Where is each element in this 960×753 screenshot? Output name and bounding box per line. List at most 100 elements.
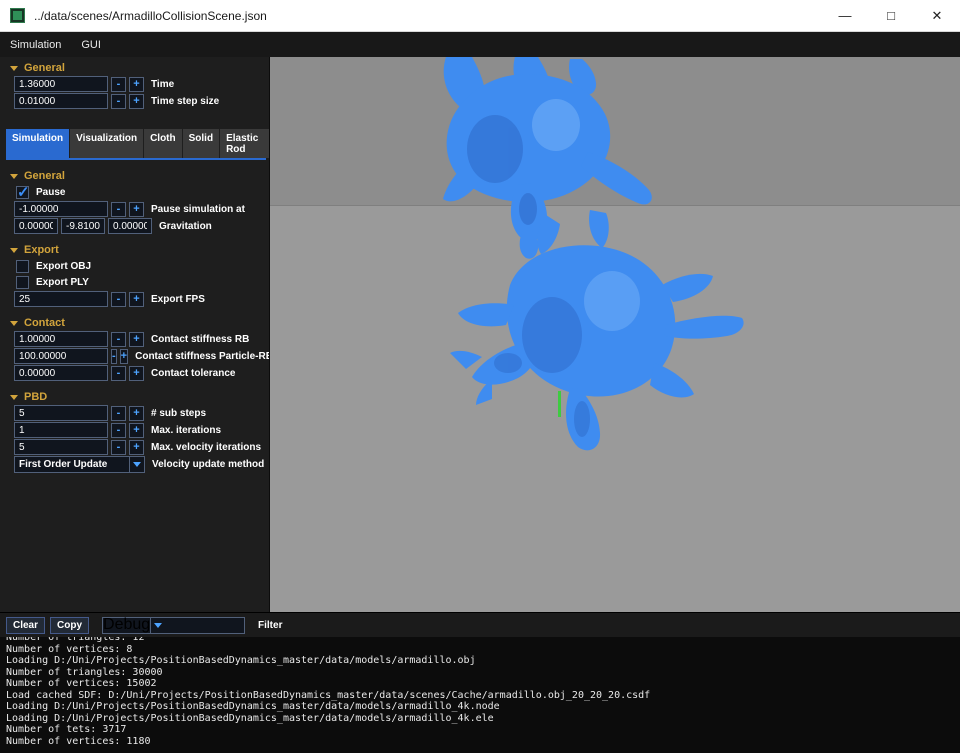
section-header-general-top[interactable]: General (0, 57, 269, 75)
contact-tolerance-row: - + Contact tolerance (14, 365, 269, 381)
contact-stiffness-rb-increment-button[interactable]: + (129, 332, 144, 347)
log-level-dropdown[interactable]: Debug (102, 617, 245, 634)
time-decrement-button[interactable]: - (111, 77, 126, 92)
chevron-down-icon (133, 462, 141, 467)
max-iterations-decrement-button[interactable]: - (111, 423, 126, 438)
contact-tolerance-decrement-button[interactable]: - (111, 366, 126, 381)
log-clear-button[interactable]: Clear (6, 617, 45, 634)
tab-solid[interactable]: Solid (183, 129, 219, 158)
contact-stiffness-particle-rb-decrement-button[interactable]: - (111, 349, 117, 364)
collapse-icon (10, 174, 18, 179)
armadillo-model-bottom (450, 210, 744, 450)
max-velocity-iterations-increment-button[interactable]: + (129, 440, 144, 455)
sub-steps-input[interactable] (14, 405, 108, 421)
log-line: Loading D:/Uni/Projects/PositionBasedDyn… (6, 713, 954, 725)
collapse-icon (10, 395, 18, 400)
log-line: Loading D:/Uni/Projects/PositionBasedDyn… (6, 701, 954, 713)
velocity-update-dropdown[interactable]: First Order Update (14, 456, 145, 473)
tab-visualization[interactable]: Visualization (70, 129, 143, 158)
max-iterations-increment-button[interactable]: + (129, 423, 144, 438)
pause-at-row: - + Pause simulation at (14, 201, 269, 217)
contact-stiffness-rb-decrement-button[interactable]: - (111, 332, 126, 347)
time-input[interactable] (14, 76, 108, 92)
export-ply-label: Export PLY (36, 277, 89, 288)
export-fps-input[interactable] (14, 291, 108, 307)
maximize-button[interactable]: □ (868, 0, 914, 31)
dropdown-arrow-button[interactable] (129, 457, 144, 472)
export-fps-increment-button[interactable]: + (129, 292, 144, 307)
max-velocity-iterations-input[interactable] (14, 439, 108, 455)
pause-at-increment-button[interactable]: + (129, 202, 144, 217)
contact-stiffness-particle-rb-row: - + Contact stiffness Particle-RB (14, 348, 269, 364)
log-copy-button[interactable]: Copy (50, 617, 89, 634)
menubar: Simulation GUI (0, 32, 960, 57)
pause-at-decrement-button[interactable]: - (111, 202, 126, 217)
section-header-export[interactable]: Export (0, 239, 269, 257)
time-step-input[interactable] (14, 93, 108, 109)
export-obj-row: Export OBJ (16, 259, 269, 273)
gravitation-y-input[interactable] (61, 218, 105, 234)
contact-stiffness-particle-rb-input[interactable] (14, 348, 108, 364)
contact-tolerance-increment-button[interactable]: + (129, 366, 144, 381)
tab-underline (6, 158, 266, 160)
log-filter-label: Filter (258, 620, 282, 631)
export-obj-label: Export OBJ (36, 261, 91, 272)
menu-gui[interactable]: GUI (71, 32, 111, 57)
collapse-icon (10, 321, 18, 326)
gravitation-label: Gravitation (159, 221, 212, 232)
parameter-panel: General - + Time - + Time step size Simu… (0, 57, 270, 612)
window-title: ../data/scenes/ArmadilloCollisionScene.j… (34, 9, 267, 23)
export-fps-label: Export FPS (151, 294, 205, 305)
app-window: ../data/scenes/ArmadilloCollisionScene.j… (0, 0, 960, 753)
max-velocity-iterations-row: - + Max. velocity iterations (14, 439, 269, 455)
max-iterations-input[interactable] (14, 422, 108, 438)
titlebar: ../data/scenes/ArmadilloCollisionScene.j… (0, 0, 960, 32)
pause-checkbox[interactable] (16, 186, 29, 199)
gravitation-x-input[interactable] (14, 218, 58, 234)
time-step-decrement-button[interactable]: - (111, 94, 126, 109)
section-header-contact[interactable]: Contact (0, 312, 269, 330)
max-velocity-iterations-label: Max. velocity iterations (151, 442, 261, 453)
log-level-arrow-button[interactable] (150, 618, 165, 633)
export-obj-checkbox[interactable] (16, 260, 29, 273)
tab-simulation[interactable]: Simulation (6, 129, 69, 158)
export-ply-checkbox[interactable] (16, 276, 29, 289)
time-label: Time (151, 79, 174, 90)
chevron-down-icon (154, 623, 162, 628)
sub-steps-decrement-button[interactable]: - (111, 406, 126, 421)
section-header-pbd[interactable]: PBD (0, 386, 269, 404)
velocity-update-value: First Order Update (15, 459, 129, 470)
tab-elastic-rod[interactable]: Elastic Rod (220, 129, 269, 158)
menu-simulation[interactable]: Simulation (0, 32, 71, 57)
export-ply-row: Export PLY (16, 275, 269, 289)
time-increment-button[interactable]: + (129, 77, 144, 92)
sub-steps-label: # sub steps (151, 408, 206, 419)
time-row: - + Time (14, 76, 269, 92)
pause-at-input[interactable] (14, 201, 108, 217)
contact-stiffness-rb-input[interactable] (14, 331, 108, 347)
log-output[interactable]: Number of triangles: 12 Number of vertic… (0, 637, 960, 753)
contact-tolerance-input[interactable] (14, 365, 108, 381)
log-level-value: Debug (103, 616, 150, 634)
sub-steps-increment-button[interactable]: + (129, 406, 144, 421)
log-line: Number of vertices: 1180 (6, 736, 954, 748)
max-velocity-iterations-decrement-button[interactable]: - (111, 440, 126, 455)
gravitation-z-input[interactable] (108, 218, 152, 234)
log-line: Loading D:/Uni/Projects/PositionBasedDyn… (6, 655, 954, 667)
contact-stiffness-rb-row: - + Contact stiffness RB (14, 331, 269, 347)
export-fps-row: - + Export FPS (14, 291, 269, 307)
viewport-3d[interactable] (270, 57, 960, 612)
time-step-increment-button[interactable]: + (129, 94, 144, 109)
log-line: Number of tets: 3717 (6, 724, 954, 736)
window-controls: — □ ✕ (822, 0, 960, 31)
section-header-general[interactable]: General (0, 165, 269, 183)
sub-steps-row: - + # sub steps (14, 405, 269, 421)
contact-stiffness-particle-rb-increment-button[interactable]: + (120, 349, 128, 364)
tab-cloth[interactable]: Cloth (144, 129, 182, 158)
log-line: Number of vertices: 15002 (6, 678, 954, 690)
velocity-update-label: Velocity update method (152, 459, 264, 470)
contact-normal-line (558, 391, 561, 417)
close-button[interactable]: ✕ (914, 0, 960, 31)
export-fps-decrement-button[interactable]: - (111, 292, 126, 307)
minimize-button[interactable]: — (822, 0, 868, 31)
